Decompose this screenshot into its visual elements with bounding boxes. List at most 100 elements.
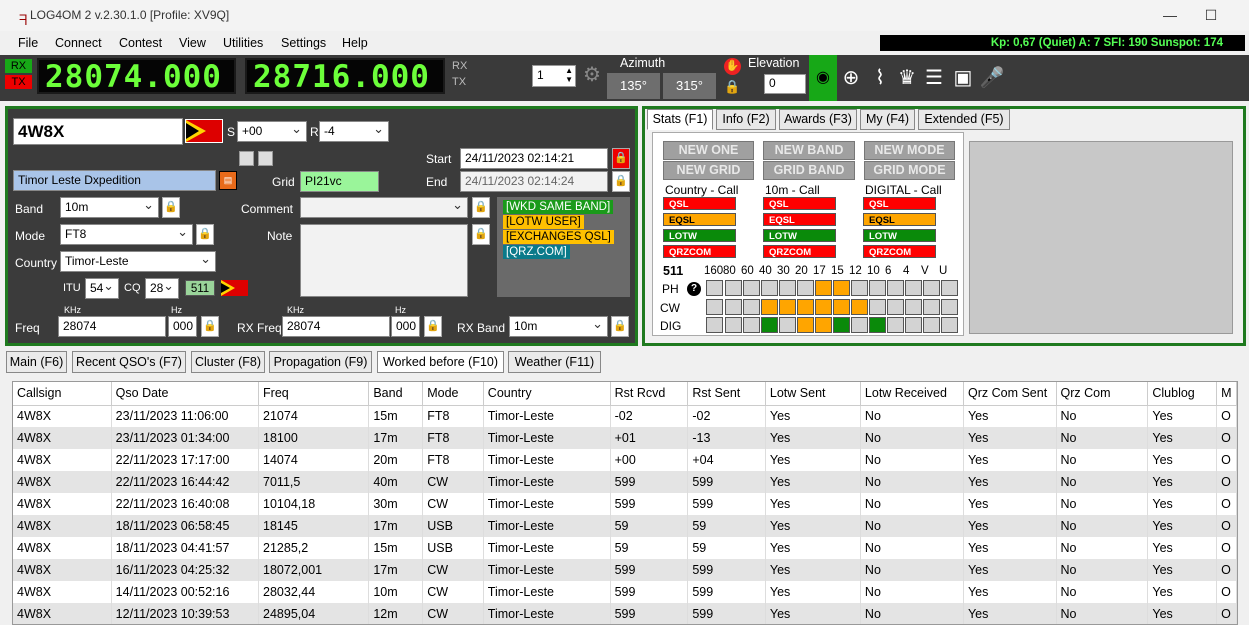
gear-icon[interactable]: ⚙ — [579, 62, 605, 88]
end-datetime[interactable]: 24/11/2023 02:14:24 — [460, 171, 608, 192]
table-cell: No — [1056, 603, 1149, 624]
stack-icon[interactable]: ☰ — [921, 65, 947, 91]
elevation-spinner[interactable]: 0 — [764, 74, 806, 94]
telegraph-key-icon[interactable]: ⌇ — [867, 65, 893, 91]
step-spinner[interactable]: 1 ▲ ▼ — [532, 65, 576, 87]
start-lock-icon[interactable]: 🔒 — [612, 148, 630, 169]
crown-icon[interactable]: ♛ — [894, 65, 920, 91]
callsign-input[interactable]: 4W8X — [13, 118, 183, 145]
end-lock-icon[interactable]: 🔒 — [612, 171, 630, 192]
help-icon[interactable]: ? — [687, 282, 701, 296]
start-datetime[interactable]: 24/11/2023 02:14:21 — [460, 148, 608, 169]
table-row[interactable]: 4W8X 22/11/2023 16:44:42 7011,5 40m CW Timor-… — [13, 471, 1237, 493]
rxfreq-hz-input[interactable]: 000 — [391, 316, 420, 337]
comment-lock-icon[interactable]: 🔒 — [472, 197, 490, 218]
menu-connect[interactable]: Connect — [55, 36, 102, 50]
tab-stats[interactable]: Stats (F1) — [647, 109, 713, 130]
menu-view[interactable]: View — [179, 36, 206, 50]
table-row[interactable]: 4W8X 23/11/2023 01:34:00 18100 17m FT8 Timor-… — [13, 427, 1237, 449]
rxfreq-lock-icon[interactable]: 🔒 — [424, 316, 442, 337]
table-cell: No — [1056, 515, 1149, 537]
tab-extended[interactable]: Extended (F5) — [918, 109, 1010, 130]
radio-icon[interactable]: ▣ — [950, 65, 976, 91]
country-select[interactable]: Timor-Leste — [60, 251, 216, 272]
rotator-lock-icon[interactable]: 🔒 — [724, 79, 741, 96]
rxfreq-khz-input[interactable]: 28074 — [282, 316, 390, 337]
freq-lock-icon[interactable]: 🔒 — [201, 316, 219, 337]
qrz-lookup-icon[interactable]: ▤ — [219, 171, 237, 190]
small-toggle-2[interactable] — [258, 151, 273, 166]
band-select[interactable]: 10m — [60, 197, 159, 218]
rst-sent-select[interactable]: +00 — [237, 121, 307, 142]
column-header[interactable]: Qrz Com Sent — [963, 382, 1057, 406]
tab-my[interactable]: My (F4) — [860, 109, 915, 130]
menu-help[interactable]: Help — [342, 36, 368, 50]
band-lock-icon[interactable]: 🔒 — [162, 197, 180, 218]
column-header[interactable]: Band — [368, 382, 424, 406]
table-cell: O — [1216, 405, 1237, 427]
table-row[interactable]: 4W8X 22/11/2023 17:17:00 14074 20m FT8 Timor-… — [13, 449, 1237, 471]
globe-icon[interactable]: ⊕ — [838, 65, 864, 91]
table-row[interactable]: 4W8X 18/11/2023 04:41:57 21285,2 15m USB Timo… — [13, 537, 1237, 559]
table-row[interactable]: 4W8X 18/11/2023 06:58:45 18145 17m USB Timor-… — [13, 515, 1237, 537]
table-cell: 599 — [687, 493, 766, 515]
rst-rcvd-select[interactable]: -4 — [319, 121, 389, 142]
note-lock-icon[interactable]: 🔒 — [472, 224, 490, 245]
cluster-connection-icon[interactable]: ◉ — [809, 55, 837, 101]
menu-utilities[interactable]: Utilities — [223, 36, 263, 50]
column-header[interactable]: Country — [483, 382, 611, 406]
freq-khz-label: KHz — [64, 305, 82, 315]
freq-khz-input[interactable]: 28074 — [58, 316, 166, 337]
column-header[interactable]: Rst Rcvd — [610, 382, 689, 406]
table-row[interactable]: 4W8X 12/11/2023 10:39:53 24895,04 12m CW Timo… — [13, 603, 1237, 624]
azimuth-long-path[interactable]: 315° — [663, 73, 716, 99]
cq-select[interactable]: 28 — [145, 278, 179, 299]
table-row[interactable]: 4W8X 14/11/2023 00:52:16 28032,44 10m CW Timo… — [13, 581, 1237, 603]
menu-settings[interactable]: Settings — [281, 36, 326, 50]
tab-main[interactable]: Main (F6) — [6, 351, 67, 373]
tab-awards[interactable]: Awards (F3) — [779, 109, 857, 130]
mode-select[interactable]: FT8 — [60, 224, 193, 245]
column-header[interactable]: Qso Date — [111, 382, 260, 406]
tab-recent-qsos[interactable]: Recent QSO's (F7) — [72, 351, 186, 373]
minimize-button[interactable]: — — [1148, 2, 1192, 28]
column-header[interactable]: M — [1216, 382, 1237, 406]
name-field[interactable]: Timor Leste Dxpedition — [13, 170, 216, 191]
microphone-icon[interactable]: 🎤 — [979, 65, 1005, 91]
column-header[interactable]: Qrz Com — [1056, 382, 1149, 406]
tab-worked-before[interactable]: Worked before (F10) — [377, 351, 504, 373]
band-header-17: 17 — [813, 265, 826, 277]
note-textarea[interactable] — [300, 224, 468, 297]
table-row[interactable]: 4W8X 23/11/2023 11:06:00 21074 15m FT8 Timor-… — [13, 405, 1237, 427]
menu-file[interactable]: File — [18, 36, 38, 50]
tab-propagation[interactable]: Propagation (F9) — [269, 351, 372, 373]
azimuth-short-path[interactable]: 135° — [607, 73, 660, 99]
tab-cluster[interactable]: Cluster (F8) — [191, 351, 265, 373]
column-header[interactable]: Mode — [422, 382, 484, 406]
freq-hz-input[interactable]: 000 — [168, 316, 197, 337]
rx-frequency-display[interactable]: 28074.000 — [37, 58, 236, 94]
column-header[interactable]: Lotw Received — [860, 382, 964, 406]
comment-select[interactable] — [300, 197, 468, 218]
column-header[interactable]: Rst Sent — [687, 382, 766, 406]
table-row[interactable]: 4W8X 16/11/2023 04:25:32 18072,001 17m CW Tim… — [13, 559, 1237, 581]
grid-cell-ph-80 — [725, 280, 742, 296]
column-header[interactable]: Freq — [258, 382, 370, 406]
itu-select[interactable]: 54 — [85, 278, 119, 299]
rxband-select[interactable]: 10m — [509, 316, 608, 337]
menu-contest[interactable]: Contest — [119, 36, 162, 50]
column-header[interactable]: Clublog — [1147, 382, 1218, 406]
mode-lock-icon[interactable]: 🔒 — [196, 224, 214, 245]
tab-weather[interactable]: Weather (F11) — [508, 351, 601, 373]
grid-field[interactable]: PI21vc — [300, 171, 379, 192]
column-header[interactable]: Callsign — [13, 382, 112, 406]
stop-rotator-icon[interactable]: ✋ — [724, 58, 741, 75]
rxband-lock-icon[interactable]: 🔒 — [611, 316, 629, 337]
maximize-button[interactable]: ☐ — [1189, 2, 1233, 28]
column-header[interactable]: Lotw Sent — [765, 382, 861, 406]
tab-info[interactable]: Info (F2) — [716, 109, 776, 130]
tx-frequency-display[interactable]: 28716.000 — [245, 58, 445, 94]
small-toggle-1[interactable] — [239, 151, 254, 166]
grid-cell-cw-V — [923, 299, 940, 315]
table-row[interactable]: 4W8X 22/11/2023 16:40:08 10104,18 30m CW Timo… — [13, 493, 1237, 515]
